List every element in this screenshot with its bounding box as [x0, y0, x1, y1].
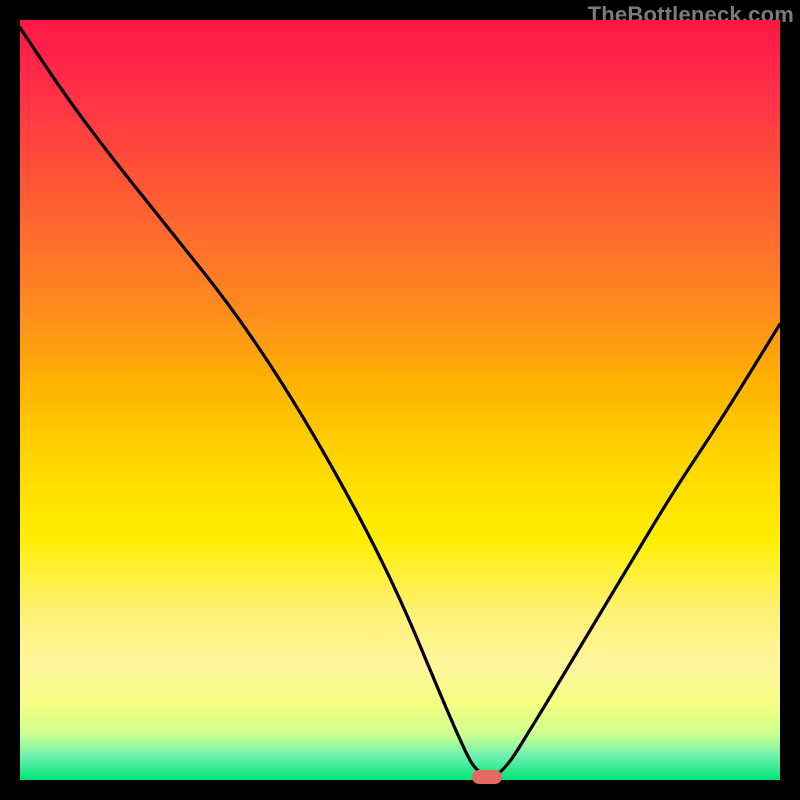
chart-container: TheBottleneck.com [0, 0, 800, 800]
plot-area [20, 20, 780, 780]
optimum-marker [472, 770, 502, 784]
bottleneck-curve [20, 20, 780, 780]
curve-path [20, 28, 780, 777]
